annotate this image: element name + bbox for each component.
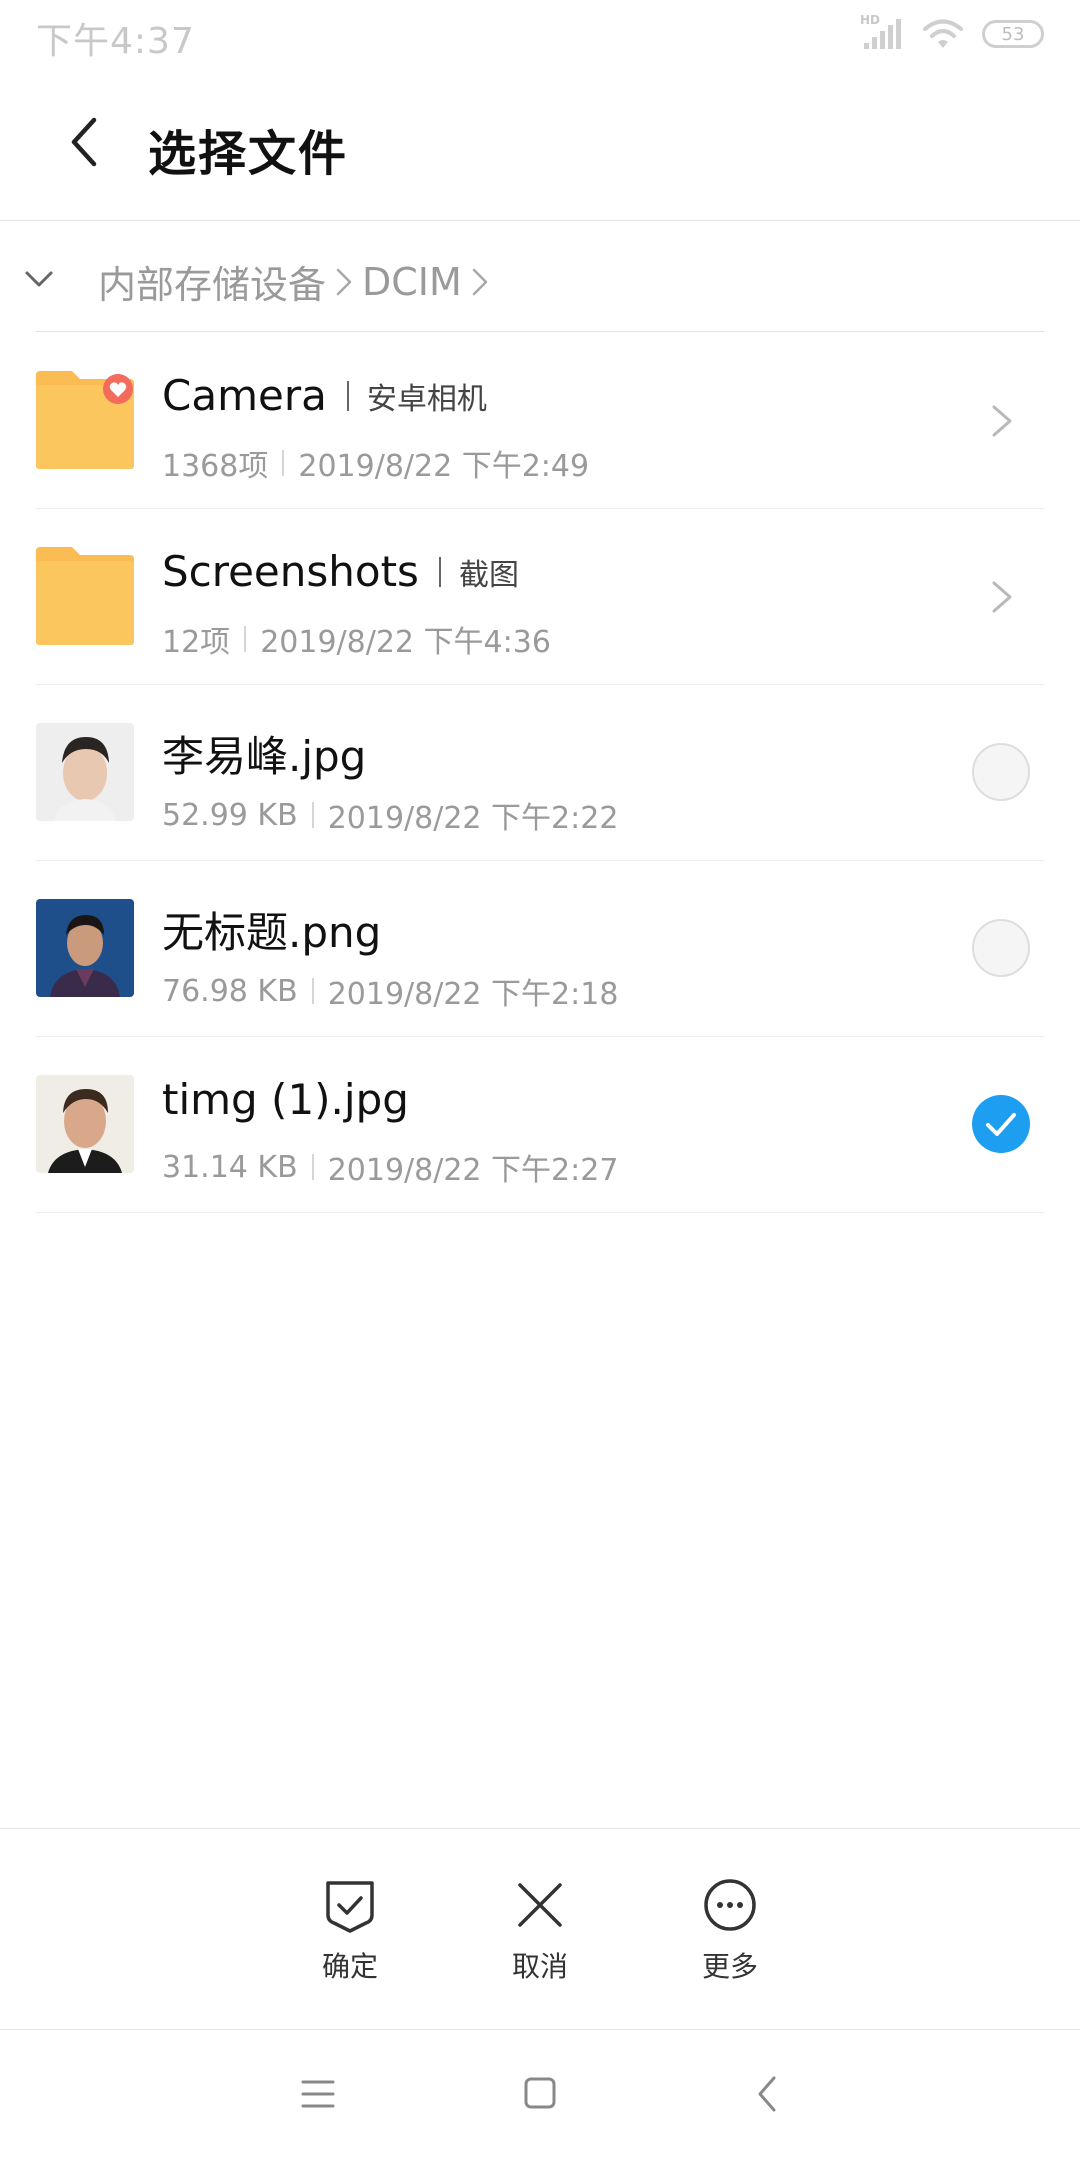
confirm-shield-icon (326, 1881, 374, 1933)
item-count: 12项 (162, 625, 231, 660)
meta-divider (244, 626, 247, 652)
file-size: 31.14 KB (162, 1149, 298, 1185)
image-thumbnail (36, 899, 134, 997)
item-count: 1368项 (162, 449, 269, 484)
wifi-icon (923, 19, 963, 48)
row-name: 无标题.png (162, 899, 381, 960)
breadcrumb-path: 内部存储设备 DCIM (98, 254, 498, 309)
back-arrow-icon (71, 117, 97, 167)
folder-icon (36, 547, 134, 645)
meta-divider (311, 802, 314, 828)
row-name: Screenshots 截图 (162, 547, 519, 596)
select-radio-checked[interactable] (972, 1095, 1030, 1153)
chevron-right-icon (336, 268, 352, 295)
battery-icon: 53 (982, 20, 1044, 48)
modified-date: 2019/8/22 下午2:22 (327, 801, 619, 836)
battery-level: 53 (1001, 23, 1025, 45)
folder-tag: 截图 (458, 557, 519, 593)
back-button[interactable] (56, 112, 116, 172)
home-icon[interactable] (522, 2074, 558, 2114)
breadcrumb-divider (36, 331, 1044, 332)
row-meta: 12项 2019/8/22 下午4:36 (162, 617, 551, 661)
breadcrumb: 内部存储设备 DCIM (0, 222, 1080, 332)
confirm-label: 确定 (321, 1950, 378, 1983)
breadcrumb-item-storage[interactable]: 内部存储设备 (98, 254, 326, 309)
page-title: 选择文件 (148, 126, 349, 182)
file-row[interactable]: 李易峰.jpg 52.99 KB 2019/8/22 下午2:22 (36, 685, 1044, 861)
modified-date: 2019/8/22 下午2:49 (298, 449, 590, 484)
breadcrumb-toggle[interactable] (22, 262, 56, 296)
nav-bar (0, 2030, 1080, 2160)
file-list: Camera 安卓相机 1368项 2019/8/22 下午2:49 Scree… (0, 333, 1080, 1213)
image-thumbnail (36, 723, 134, 821)
modified-date: 2019/8/22 下午2:18 (327, 977, 619, 1012)
chevron-down-icon (25, 271, 53, 287)
signal-icon: HD (860, 13, 904, 51)
select-radio[interactable] (972, 743, 1030, 801)
close-icon (518, 1883, 562, 1927)
breadcrumb-item-dcim[interactable]: DCIM (362, 260, 462, 304)
status-icons: HD 53 (860, 13, 1044, 54)
file-name: Screenshots (162, 547, 419, 596)
status-bar: 下午4:37 HD 53 (0, 0, 1080, 70)
file-name: 李易峰.jpg (162, 732, 367, 781)
cancel-label: 取消 (511, 1950, 568, 1983)
row-name: timg (1).jpg (162, 1075, 409, 1124)
name-divider (438, 556, 441, 587)
more-label: 更多 (701, 1950, 758, 1983)
row-meta: 31.14 KB 2019/8/22 下午2:27 (162, 1145, 618, 1189)
row-meta: 76.98 KB 2019/8/22 下午2:18 (162, 969, 618, 1013)
select-radio[interactable] (972, 919, 1030, 977)
meta-divider (311, 978, 314, 1004)
status-time: 下午4:37 (36, 21, 195, 62)
header: 选择文件 (0, 70, 1080, 221)
row-meta: 1368项 2019/8/22 下午2:49 (162, 441, 589, 485)
file-name: 无标题.png (162, 908, 382, 957)
folder-tag: 安卓相机 (366, 381, 487, 417)
chevron-right-icon (472, 268, 488, 295)
folder-icon (36, 371, 134, 469)
folder-row-camera[interactable]: Camera 安卓相机 1368项 2019/8/22 下午2:49 (36, 333, 1044, 509)
action-bar: 确定 取消 更多 (0, 1828, 1080, 2030)
chevron-right-icon (992, 405, 1012, 437)
checkmark-icon (986, 1113, 1016, 1136)
folder-row-screenshots[interactable]: Screenshots 截图 12项 2019/8/22 下午4:36 (36, 509, 1044, 685)
modified-date: 2019/8/22 下午4:36 (260, 625, 551, 660)
file-size: 52.99 KB (162, 797, 298, 833)
more-button[interactable]: 更多 (670, 1877, 790, 1985)
file-row[interactable]: 无标题.png 76.98 KB 2019/8/22 下午2:18 (36, 861, 1044, 1037)
meta-divider (282, 450, 285, 476)
chevron-right-icon (992, 581, 1012, 613)
name-divider (346, 380, 349, 411)
file-name: Camera (162, 371, 327, 420)
file-size: 76.98 KB (162, 973, 298, 1009)
more-icon (704, 1879, 756, 1931)
file-row[interactable]: timg (1).jpg 31.14 KB 2019/8/22 下午2:27 (36, 1037, 1044, 1213)
row-name: Camera 安卓相机 (162, 371, 487, 420)
nav-back-icon[interactable] (752, 2074, 782, 2114)
meta-divider (311, 1154, 314, 1180)
modified-date: 2019/8/22 下午2:27 (327, 1153, 619, 1188)
file-name: timg (1).jpg (162, 1075, 409, 1124)
confirm-button[interactable]: 确定 (290, 1877, 410, 1985)
cancel-button[interactable]: 取消 (480, 1877, 600, 1985)
row-name: 李易峰.jpg (162, 723, 366, 784)
image-thumbnail (36, 1075, 134, 1173)
row-meta: 52.99 KB 2019/8/22 下午2:22 (162, 793, 618, 837)
menu-icon[interactable] (300, 2074, 336, 2114)
